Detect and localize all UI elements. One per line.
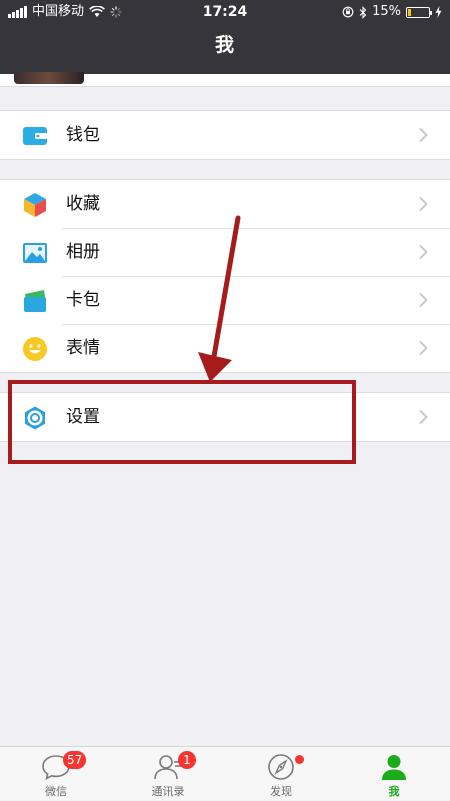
gear-icon bbox=[25, 406, 45, 430]
menu-item-label: 收藏 bbox=[66, 194, 100, 214]
wallet-group: 钱包 bbox=[0, 110, 450, 160]
menu-item-cards[interactable]: 卡包 bbox=[0, 276, 450, 324]
smiley-face-icon bbox=[23, 337, 47, 361]
chevron-right-icon bbox=[419, 127, 428, 143]
unread-badge: 1 bbox=[178, 751, 196, 769]
menu-item-label: 卡包 bbox=[66, 290, 100, 310]
page-title: 我 bbox=[214, 34, 235, 56]
charging-bolt-icon bbox=[435, 6, 442, 18]
battery-percent: 15% bbox=[372, 4, 401, 19]
bluetooth-icon bbox=[359, 5, 367, 19]
tab-label: 我 bbox=[388, 785, 400, 798]
top-bar: 中国移动 17:24 15% 我 bbox=[0, 0, 450, 74]
tab-contacts[interactable]: 1 通讯录 bbox=[112, 747, 224, 801]
menu-item-label: 钱包 bbox=[66, 125, 100, 145]
settings-group: 设置 bbox=[0, 392, 450, 442]
tab-me[interactable]: 我 bbox=[338, 747, 450, 801]
profile-card-remnant[interactable] bbox=[0, 72, 450, 87]
status-bar: 中国移动 17:24 15% bbox=[0, 0, 450, 24]
chevron-right-icon bbox=[419, 292, 428, 308]
avatar[interactable] bbox=[14, 72, 84, 84]
status-right: 15% bbox=[342, 0, 442, 24]
bottom-tab-bar: 57 微信 1 通讯录 发现 我 bbox=[0, 746, 450, 800]
tab-chats[interactable]: 57 微信 bbox=[0, 747, 112, 801]
menu-item-favorites[interactable]: 收藏 bbox=[0, 180, 450, 228]
menu-item-label: 相册 bbox=[66, 242, 100, 262]
chevron-right-icon bbox=[419, 340, 428, 356]
menu-item-label: 设置 bbox=[66, 407, 100, 427]
wallet-icon bbox=[23, 127, 47, 145]
menu-item-stickers[interactable]: 表情 bbox=[0, 324, 450, 372]
unread-badge: 57 bbox=[63, 751, 87, 769]
tab-label: 通讯录 bbox=[151, 785, 185, 798]
new-content-dot bbox=[295, 755, 304, 764]
chevron-right-icon bbox=[419, 409, 428, 425]
tab-label: 发现 bbox=[270, 785, 292, 798]
compass-icon bbox=[268, 754, 294, 780]
favorites-cube-icon bbox=[24, 193, 46, 217]
menu-item-settings[interactable]: 设置 bbox=[0, 393, 450, 441]
chevron-right-icon bbox=[419, 244, 428, 260]
content-group: 收藏 相册 卡包 表情 bbox=[0, 179, 450, 373]
tab-discover[interactable]: 发现 bbox=[225, 747, 337, 801]
chevron-right-icon bbox=[419, 196, 428, 212]
cards-icon bbox=[24, 290, 46, 312]
album-image-icon bbox=[23, 243, 47, 263]
battery-icon bbox=[406, 6, 432, 18]
person-icon bbox=[382, 755, 406, 780]
rotation-lock-icon bbox=[342, 6, 354, 18]
menu-item-label: 表情 bbox=[66, 338, 100, 358]
tab-label: 微信 bbox=[45, 785, 67, 798]
menu-item-wallet[interactable]: 钱包 bbox=[0, 111, 450, 159]
menu-item-album[interactable]: 相册 bbox=[0, 228, 450, 276]
